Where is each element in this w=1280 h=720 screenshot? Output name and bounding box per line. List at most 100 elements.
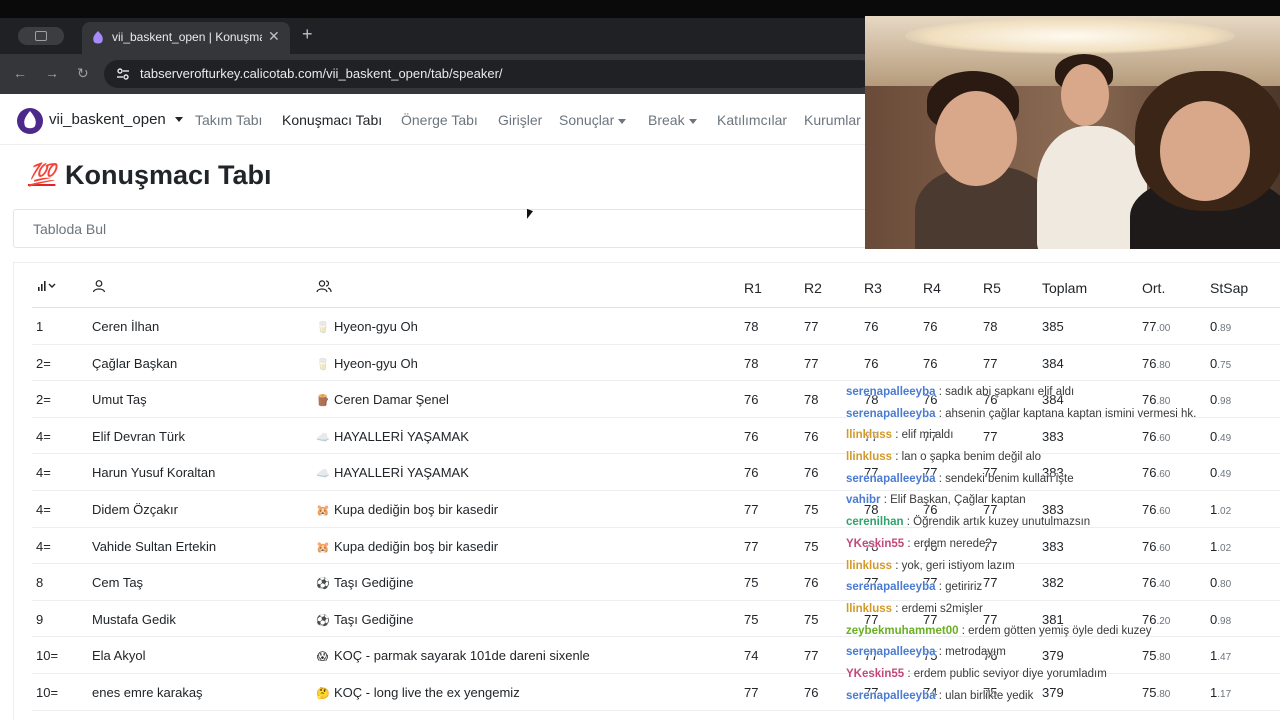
- mouse-cursor-icon: [527, 208, 533, 222]
- person-right-face: [1160, 101, 1250, 201]
- speaker-name[interactable]: enes emre karakaş: [92, 685, 203, 700]
- team-name: Hyeon-gyu Oh: [334, 319, 418, 334]
- speaker-name[interactable]: Ceren İlhan: [92, 319, 159, 334]
- speaker-name[interactable]: Çağlar Başkan: [92, 356, 177, 371]
- chat-text: erdem götten yemiş öyle dedi kuzey: [968, 624, 1152, 637]
- stdev-decimal: .89: [1217, 323, 1232, 334]
- team-cell[interactable]: 😱 KOÇ - parmak sayarak 101de dareni sixen…: [316, 648, 590, 663]
- chat-text: lan o şapka benim değil alo: [901, 451, 1041, 464]
- nav-sonuclar[interactable]: Sonuçlar: [559, 112, 627, 128]
- speaker-name[interactable]: Umut Taş: [92, 392, 147, 407]
- round-score-r2: 75: [804, 538, 819, 554]
- round-score-r3: 76: [864, 355, 879, 371]
- url-field[interactable]: tabserverofturkey.calicotab.com/vii_bask…: [104, 60, 874, 88]
- team-cell[interactable]: ☁️ HAYALLERİ YAŞAMAK: [316, 465, 469, 480]
- stdev-cell: 0.75: [1210, 356, 1231, 371]
- team-cell[interactable]: 🤔 KOÇ - long live the ex yengemiz: [316, 685, 520, 700]
- header-ortalama[interactable]: Ort.: [1142, 280, 1165, 296]
- chat-username: llinkluss: [846, 429, 893, 442]
- team-cell[interactable]: ⚽ Taşı Gediğine: [316, 612, 414, 627]
- team-name: KOÇ - parmak sayarak 101de dareni sixenl…: [334, 648, 590, 664]
- speaker-column-icon[interactable]: [92, 279, 106, 296]
- round-score-r1: 77: [744, 538, 759, 554]
- bar-chart-sort-icon: [38, 281, 56, 291]
- round-score-r4: 76: [923, 319, 938, 334]
- nav-takim-tabi[interactable]: Takım Tabı: [195, 112, 262, 128]
- team-name: Kupa dediğin boş bir kasedir: [334, 501, 499, 517]
- video-ceiling-light: [905, 18, 1235, 54]
- rank-cell: 2=: [36, 355, 51, 371]
- person-left-face: [935, 91, 1017, 186]
- rank-cell: 10=: [36, 648, 59, 664]
- team-name: HAYALLERİ YAŞAMAK: [334, 465, 469, 481]
- rank-cell: 4=: [36, 428, 51, 444]
- header-r5[interactable]: R5: [983, 280, 1001, 296]
- header-toplam[interactable]: Toplam: [1042, 280, 1087, 296]
- round-score-r2: 77: [804, 648, 819, 664]
- table-search-input[interactable]: Tabloda Bul: [13, 209, 913, 248]
- team-emoji-icon: ⚽: [316, 614, 330, 627]
- site-settings-icon[interactable]: [116, 67, 130, 81]
- tab-group-button[interactable]: [18, 27, 64, 45]
- chat-username: llinkluss: [846, 559, 893, 572]
- chat-text: sadık abi şapkanı elif aldı: [945, 386, 1075, 398]
- speaker-name[interactable]: Didem Özçakır: [92, 502, 178, 517]
- stdev-cell: 0.89: [1210, 319, 1231, 334]
- tab-close-icon[interactable]: ✕: [268, 28, 280, 45]
- nav-konusmaci-tabi[interactable]: Konuşmacı Tabı: [282, 112, 382, 128]
- speaker-name[interactable]: Elif Devran Türk: [92, 429, 185, 444]
- team-column-icon[interactable]: [316, 279, 332, 296]
- tabbycat-logo-icon[interactable]: [16, 107, 44, 135]
- forward-icon[interactable]: →: [45, 65, 59, 81]
- header-r1[interactable]: R1: [744, 280, 762, 296]
- team-emoji-icon: 🐹: [316, 504, 330, 517]
- page-title: Konuşmacı Tabı: [65, 160, 272, 190]
- header-r3[interactable]: R3: [864, 280, 882, 296]
- team-cell[interactable]: ☁️ HAYALLERİ YAŞAMAK: [316, 429, 469, 444]
- team-emoji-icon: 🤔: [316, 687, 330, 700]
- chat-username: llinkluss: [846, 451, 893, 464]
- team-cell[interactable]: 🐹 Kupa dediğin boş bir kasedir: [316, 502, 498, 517]
- tournament-name[interactable]: vii_baskent_open: [49, 111, 166, 128]
- browser-tab-active[interactable]: vii_baskent_open | Konuşmacı Tabı ✕: [82, 22, 290, 54]
- speaker-name[interactable]: Vahide Sultan Ertekin: [92, 539, 216, 554]
- nav-break-label: Break: [648, 112, 685, 128]
- chat-message: serenapalleeyba : ahsenin çağlar kaptana…: [846, 408, 1276, 430]
- nav-onerge-tabi[interactable]: Önerge Tabı: [401, 112, 478, 128]
- team-cell[interactable]: 🥛 Hyeon-gyu Oh: [316, 356, 418, 371]
- team-cell[interactable]: 🥛 Hyeon-gyu Oh: [316, 319, 418, 334]
- team-name: HAYALLERİ YAŞAMAK: [334, 428, 469, 444]
- new-tab-button[interactable]: +: [302, 24, 313, 45]
- team-emoji-icon: 🥛: [316, 322, 330, 334]
- chat-separator: :: [903, 516, 914, 529]
- chevron-down-icon[interactable]: [175, 117, 183, 122]
- team-cell[interactable]: ⚽ Taşı Gediğine: [316, 575, 414, 590]
- speaker-name[interactable]: Harun Yusuf Koraltan: [92, 465, 215, 480]
- speaker-name[interactable]: Ela Akyol: [92, 648, 145, 663]
- rank-cell: 9: [36, 611, 44, 627]
- team-emoji-icon: ☁️: [316, 468, 330, 481]
- nav-break[interactable]: Break: [648, 112, 697, 128]
- chat-separator: :: [935, 646, 946, 659]
- round-score-r1: 76: [744, 392, 759, 408]
- rank-sort-icon[interactable]: [36, 279, 58, 296]
- chevron-down-icon: [618, 118, 627, 124]
- back-icon[interactable]: ←: [13, 65, 27, 81]
- chat-message: YKeskin55 : erdem public seviyor diye yo…: [846, 668, 1276, 690]
- reload-icon[interactable]: ↻: [77, 65, 89, 82]
- header-r2[interactable]: R2: [804, 280, 822, 296]
- chat-message: serenapalleeyba : getiririz: [846, 581, 1276, 603]
- round-score-r1: 74: [744, 648, 759, 664]
- header-stsap[interactable]: StSap: [1210, 280, 1248, 296]
- screen: { "browser": { "tab_title": "vii_baskent…: [0, 0, 1280, 720]
- hundred-points-icon: 💯: [28, 162, 56, 187]
- speaker-name[interactable]: Mustafa Gedik: [92, 612, 176, 627]
- speaker-name[interactable]: Cem Taş: [92, 575, 143, 590]
- nav-katilimcilar[interactable]: Katılımcılar: [717, 112, 787, 128]
- chat-message: serenapalleeyba : sendeki benim kullan i…: [846, 473, 1276, 495]
- header-r4[interactable]: R4: [923, 280, 941, 296]
- team-cell[interactable]: 🪵 Ceren Damar Şenel: [316, 392, 449, 407]
- nav-girisler[interactable]: Girişler: [498, 112, 542, 128]
- team-cell[interactable]: 🐹 Kupa dediğin boş bir kasedir: [316, 539, 498, 554]
- nav-kurumlar[interactable]: Kurumlar: [804, 112, 861, 128]
